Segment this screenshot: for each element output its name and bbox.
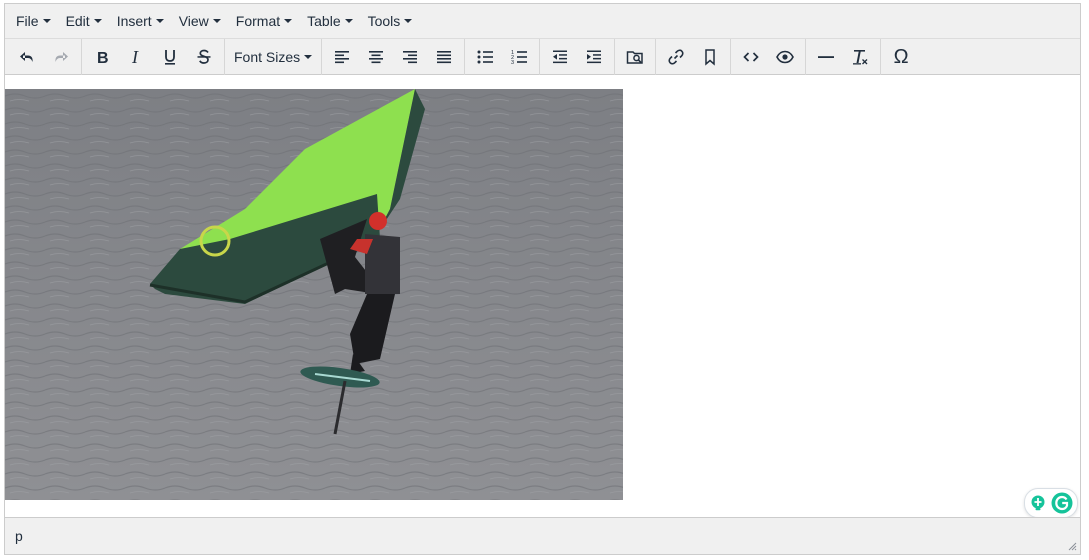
align-group bbox=[322, 38, 466, 75]
align-justify-button[interactable] bbox=[427, 42, 461, 72]
align-left-icon bbox=[335, 50, 350, 63]
numbered-list-button[interactable]: 123 bbox=[502, 42, 536, 72]
code-group bbox=[731, 38, 807, 75]
search-folder-icon bbox=[626, 50, 643, 64]
redo-button[interactable] bbox=[44, 42, 78, 72]
lightbulb-icon bbox=[1031, 495, 1045, 511]
menu-file-label: File bbox=[16, 13, 39, 29]
wing-foil-photo[interactable] bbox=[5, 89, 623, 500]
align-right-icon bbox=[403, 50, 418, 63]
grammarly-icon bbox=[1051, 492, 1073, 514]
status-bar: p bbox=[5, 517, 1080, 554]
menu-view[interactable]: View bbox=[172, 7, 228, 35]
italic-button[interactable]: I bbox=[119, 42, 153, 72]
misc-group bbox=[806, 38, 882, 75]
undo-button[interactable] bbox=[10, 42, 44, 72]
history-group bbox=[7, 38, 82, 75]
link-group bbox=[656, 38, 732, 75]
menu-edit-label: Edit bbox=[65, 13, 90, 29]
indent-button[interactable] bbox=[577, 42, 611, 72]
indent-icon bbox=[587, 50, 602, 63]
italic-icon: I bbox=[131, 47, 139, 67]
link-icon bbox=[668, 48, 684, 65]
toolbar: B I Font Sizes 1 2 3 Ω bbox=[5, 38, 1080, 75]
chevron-down-icon bbox=[404, 19, 413, 23]
menu-format[interactable]: Format bbox=[229, 7, 299, 35]
code-icon bbox=[743, 51, 759, 62]
chevron-down-icon bbox=[42, 19, 51, 23]
menu-insert-label: Insert bbox=[116, 13, 152, 29]
undo-icon bbox=[20, 51, 33, 62]
chevron-down-icon bbox=[212, 19, 221, 23]
svg-text:B: B bbox=[97, 50, 109, 67]
menu-file[interactable]: File bbox=[9, 7, 58, 35]
strikethrough-button[interactable] bbox=[187, 42, 221, 72]
special-char-group: Ω bbox=[881, 39, 921, 75]
preview-group bbox=[615, 38, 657, 75]
align-center-button[interactable] bbox=[359, 42, 393, 72]
rich-text-editor: File Edit Insert View Format Table Tools… bbox=[4, 3, 1081, 555]
search-replace-button[interactable] bbox=[618, 42, 652, 72]
strikethrough-icon bbox=[197, 49, 211, 64]
preview-button[interactable] bbox=[768, 42, 802, 72]
outdent-button[interactable] bbox=[543, 42, 577, 72]
menu-tools[interactable]: Tools bbox=[361, 7, 420, 35]
eye-icon bbox=[776, 50, 795, 63]
list-group: 123 bbox=[465, 38, 541, 75]
menu-bar: File Edit Insert View Format Table Tools bbox=[5, 4, 1080, 39]
menu-table[interactable]: Table bbox=[300, 7, 359, 35]
font-size-group: Font Sizes bbox=[225, 38, 323, 75]
source-code-button[interactable] bbox=[734, 42, 768, 72]
chevron-down-icon bbox=[304, 54, 313, 59]
redo-icon bbox=[55, 51, 68, 62]
menu-tools-label: Tools bbox=[367, 13, 401, 29]
svg-text:I: I bbox=[131, 47, 139, 67]
menu-table-label: Table bbox=[307, 13, 341, 29]
chevron-down-icon bbox=[155, 19, 164, 23]
bold-button[interactable]: B bbox=[85, 42, 119, 72]
element-path[interactable]: p bbox=[15, 528, 23, 544]
menu-edit[interactable]: Edit bbox=[59, 7, 109, 35]
numbered-list-icon: 123 bbox=[511, 50, 528, 66]
font-sizes-label: Font Sizes bbox=[234, 48, 301, 65]
font-sizes-dropdown[interactable]: Font Sizes bbox=[228, 42, 318, 72]
menu-insert[interactable]: Insert bbox=[110, 7, 171, 35]
bookmark-icon bbox=[705, 48, 715, 66]
underline-button[interactable] bbox=[153, 42, 187, 72]
menu-format-label: Format bbox=[235, 13, 281, 29]
align-right-button[interactable] bbox=[393, 42, 427, 72]
resize-handle-icon[interactable] bbox=[1067, 541, 1077, 551]
special-character-button[interactable]: Ω bbox=[884, 42, 918, 72]
align-left-button[interactable] bbox=[325, 42, 359, 72]
clear-formatting-button[interactable] bbox=[843, 42, 877, 72]
underline-icon bbox=[165, 49, 175, 65]
omega-icon: Ω bbox=[893, 45, 909, 68]
bold-icon: B bbox=[97, 50, 109, 67]
align-center-icon bbox=[369, 50, 384, 63]
text-style-group: B I bbox=[82, 38, 225, 75]
link-button[interactable] bbox=[659, 42, 693, 72]
clear-formatting-icon bbox=[853, 49, 868, 64]
menu-view-label: View bbox=[178, 13, 209, 29]
svg-text:3: 3 bbox=[511, 60, 514, 66]
horizontal-line-button[interactable] bbox=[809, 42, 843, 72]
chevron-down-icon bbox=[93, 19, 102, 23]
chevron-down-icon bbox=[344, 19, 353, 23]
horizontal-line-icon bbox=[818, 55, 835, 58]
chevron-down-icon bbox=[284, 19, 293, 23]
editor-content[interactable] bbox=[5, 75, 1080, 518]
align-justify-icon bbox=[437, 50, 452, 63]
indent-group bbox=[540, 38, 616, 75]
bullet-list-button[interactable] bbox=[468, 42, 502, 72]
outdent-icon bbox=[553, 50, 568, 63]
bullet-list-icon bbox=[477, 50, 494, 63]
bookmark-button[interactable] bbox=[693, 42, 727, 72]
grammarly-widget[interactable] bbox=[1024, 488, 1078, 518]
